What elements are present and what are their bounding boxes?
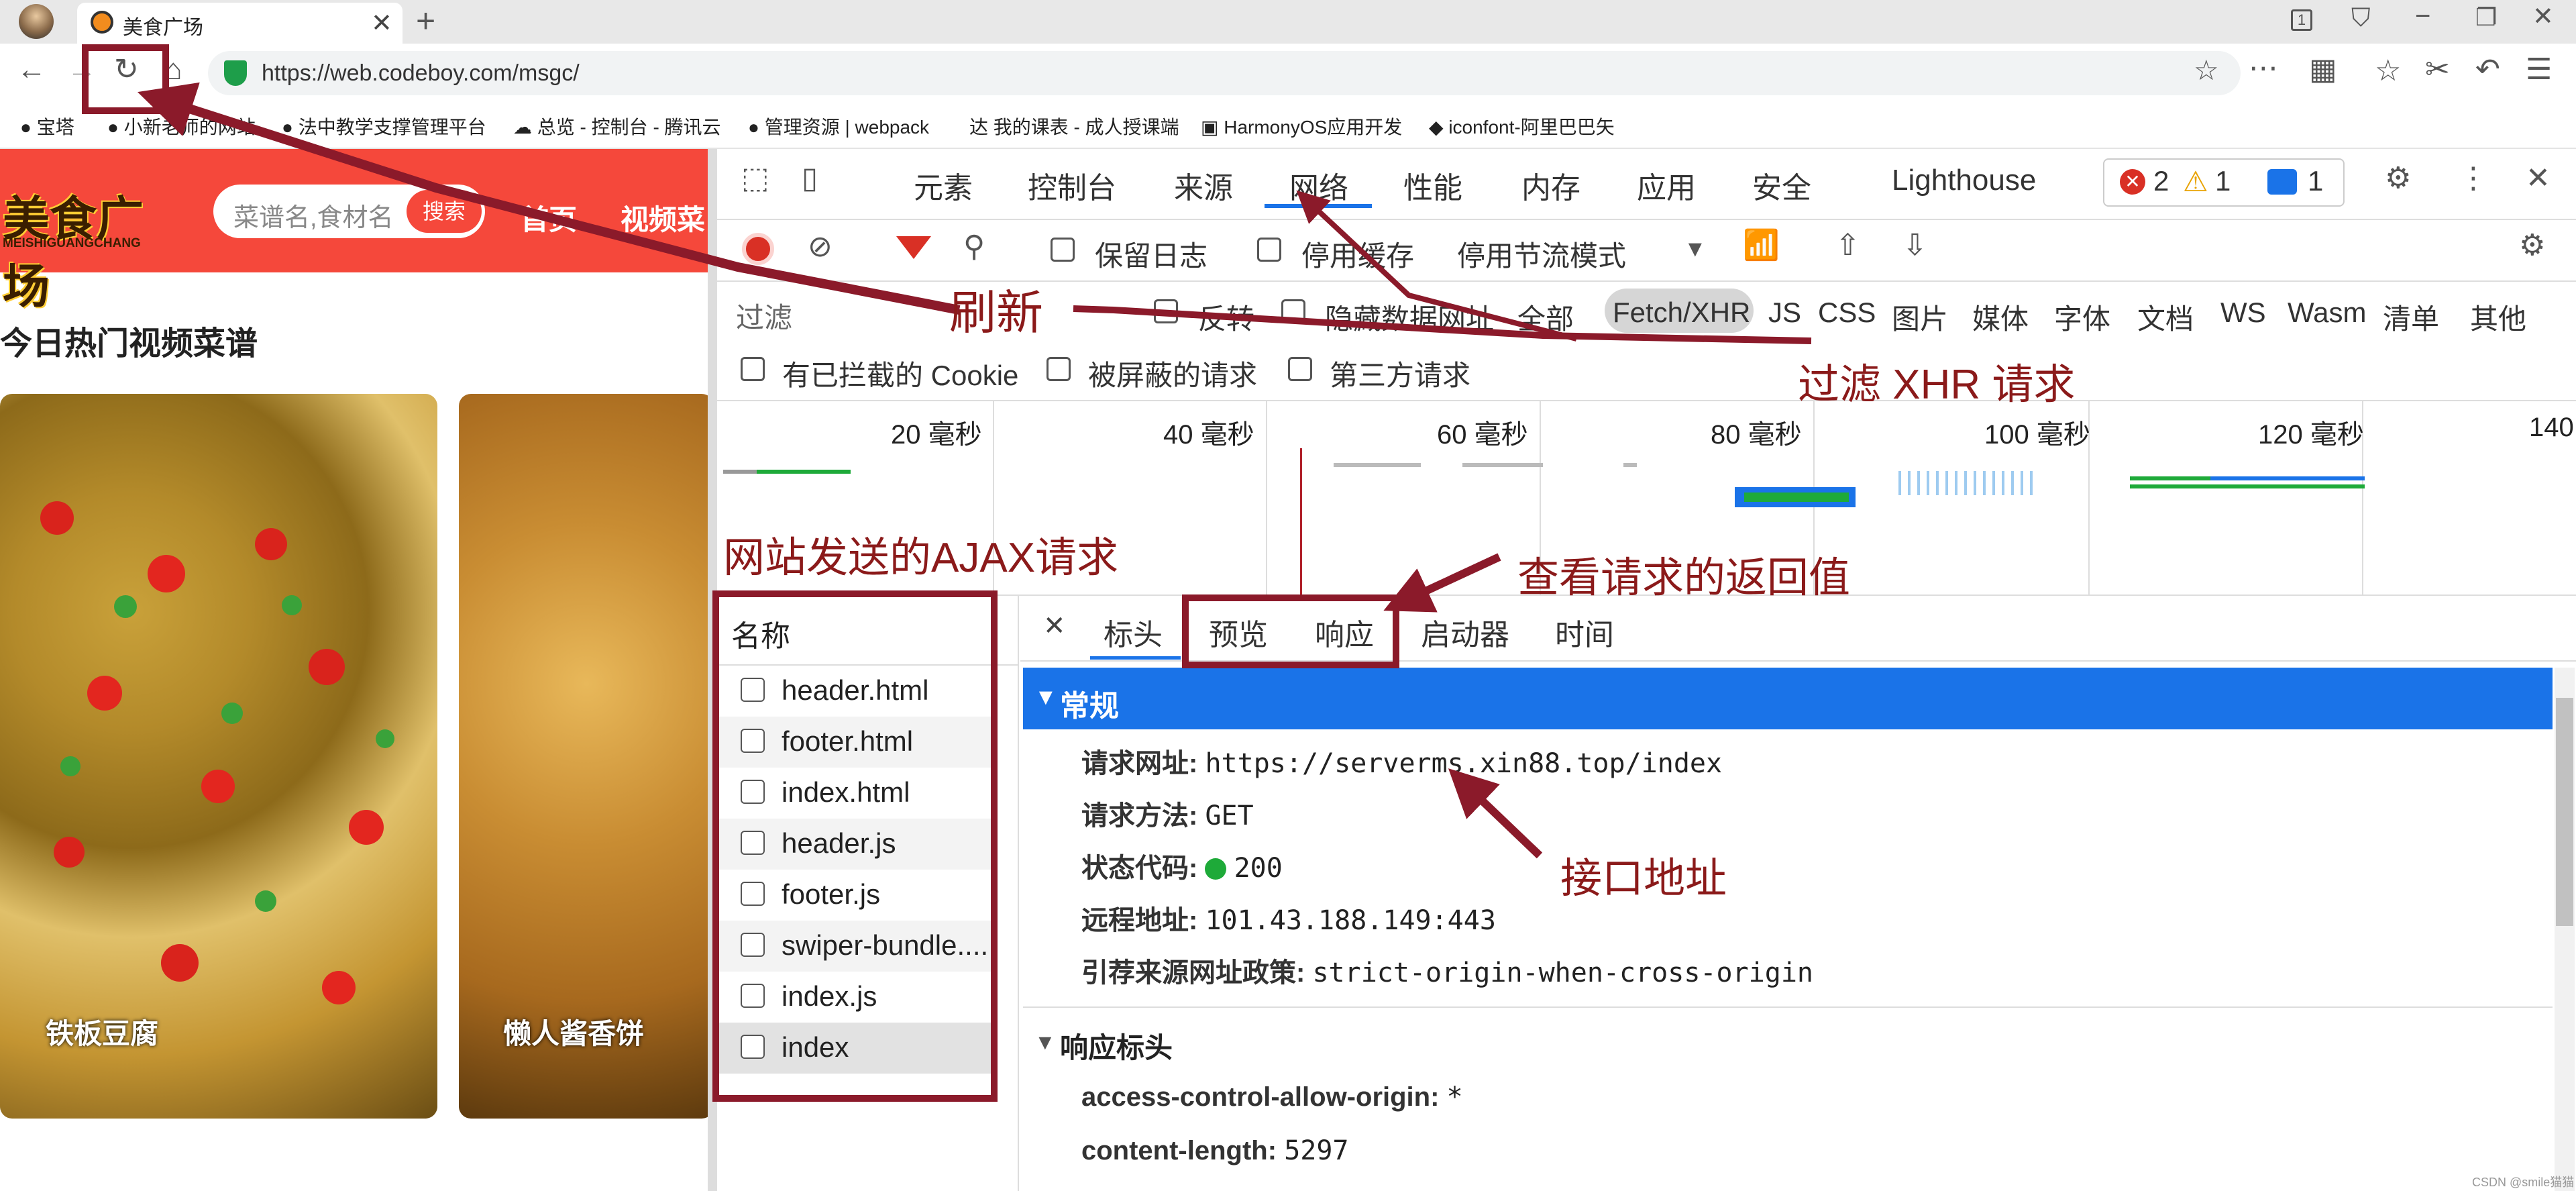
annotation-filter-xhr: 过滤 XHR 请求 — [1798, 362, 2076, 408]
annotation-endpoint: 接口地址 — [1560, 856, 1727, 902]
annotation-view-response: 查看请求的返回值 — [1517, 555, 1851, 601]
annotation-ajax: 网站发送的AJAX请求 — [723, 535, 1119, 581]
annotation-arrows — [138, 82, 1812, 859]
annotation-refresh: 刷新 — [949, 287, 1043, 339]
watermark: CSDN @smile猫猫 — [2472, 1176, 2575, 1189]
